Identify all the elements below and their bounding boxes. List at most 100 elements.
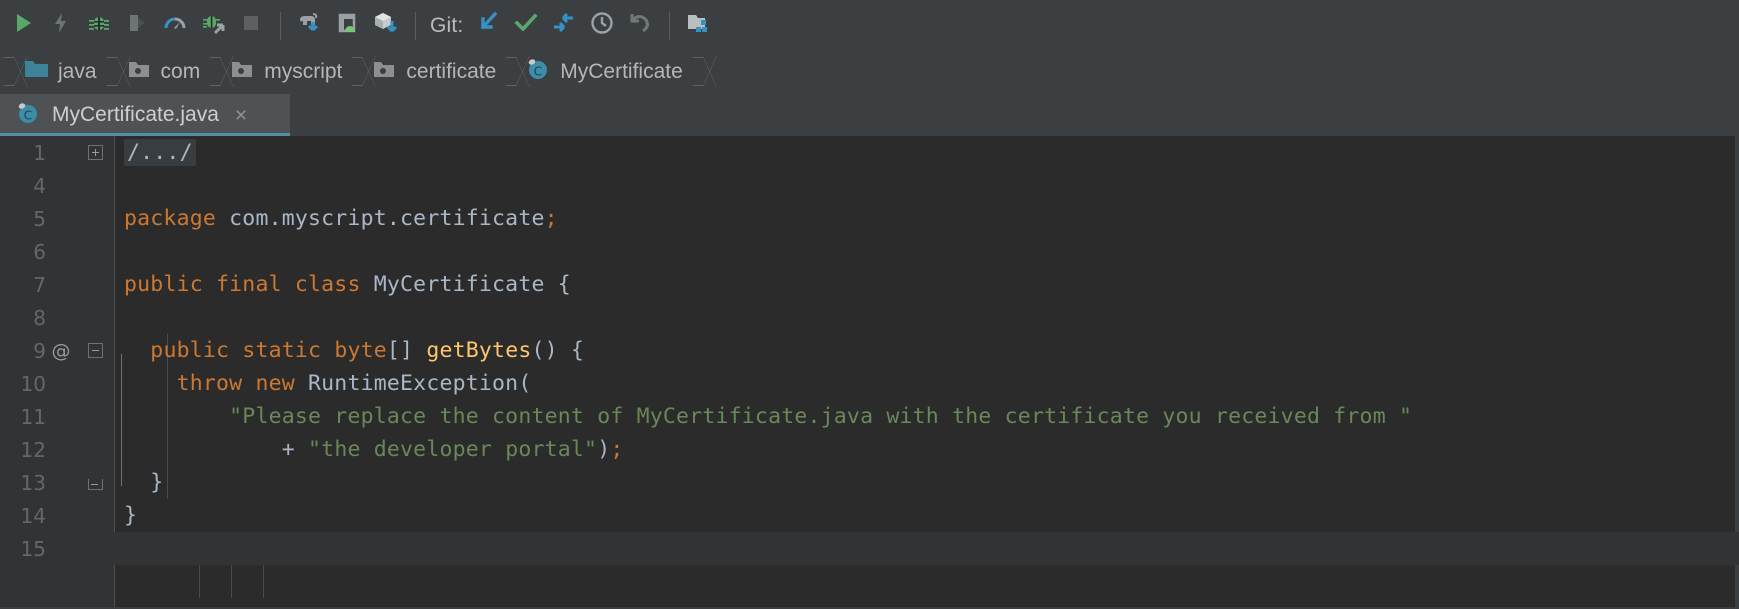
breadcrumb-separator [0, 51, 14, 92]
fold-end-icon[interactable] [76, 475, 114, 491]
java-class-icon: C [16, 101, 42, 130]
commit-checkmark-icon [513, 10, 539, 41]
breadcrumb-item-label: certificate [406, 59, 497, 83]
code-line[interactable]: 1 /.../ [0, 136, 1739, 169]
line-number: 8 [33, 305, 46, 330]
bug-icon [87, 11, 111, 40]
breadcrumb-item-mycertificate[interactable]: C MyCertificate [516, 51, 689, 92]
sdk-manager-button[interactable] [367, 7, 405, 45]
breadcrumb-item-label: MyCertificate [560, 59, 683, 83]
code-line-current[interactable]: 15 [0, 532, 1739, 565]
project-structure-button[interactable] [680, 7, 718, 45]
svg-text:C: C [24, 108, 32, 122]
code-line[interactable]: 9 @ public static byte[] getBytes() { [0, 334, 1739, 367]
line-number: 10 [20, 371, 46, 396]
rollback-undo-icon [627, 10, 653, 41]
line-number: 1 [33, 140, 46, 165]
string-literal: "Please replace the content of MyCertifi… [229, 404, 1413, 429]
gradle-elephant-sync-icon [297, 11, 323, 40]
line-number: 4 [33, 173, 46, 198]
code-line[interactable]: 12 + "the developer portal"); [0, 433, 1739, 466]
toolbar-separator [669, 11, 671, 40]
indent-guide [231, 565, 232, 598]
git-rollback-button[interactable] [621, 7, 659, 45]
avd-manager-button[interactable] [329, 7, 367, 45]
code-text: /.../ [114, 139, 1739, 166]
code-text: public static byte[] getBytes() { [150, 338, 585, 363]
breadcrumb-item-label: com [160, 59, 201, 83]
code-editor[interactable]: 1 /.../ 4 5 package com.myscript.certifi… [0, 136, 1739, 607]
code-line[interactable]: 5 package com.myscript.certificate; [0, 202, 1739, 235]
folder-package-icon [230, 58, 256, 85]
indent-guide [263, 565, 264, 598]
toolbar-separator [280, 11, 281, 40]
breadcrumb-separator [206, 51, 220, 92]
stop-square-icon [239, 11, 263, 40]
tab-mycertificate-java[interactable]: C MyCertificate.java × [0, 94, 290, 136]
line-number: 7 [33, 272, 46, 297]
code-line[interactable]: 11 "Please replace the content of MyCert… [0, 400, 1739, 433]
code-line[interactable]: 10 throw new RuntimeException( [0, 367, 1739, 400]
breadcrumb-separator [348, 51, 362, 92]
breadcrumb: java com myscript certificate C MyCertif… [0, 51, 1739, 92]
git-history-button[interactable] [583, 7, 621, 45]
git-update-button[interactable] [469, 7, 507, 45]
java-class-icon: C [526, 57, 552, 86]
attach-debugger-button[interactable] [118, 7, 156, 45]
git-commit-button[interactable] [507, 7, 545, 45]
breadcrumb-item-com[interactable]: com [117, 51, 207, 92]
sdk-cube-download-icon [373, 11, 399, 40]
line-number: 14 [20, 503, 46, 528]
main-toolbar: Git: [0, 0, 1739, 51]
android-device-manager-icon [336, 11, 360, 40]
git-push-button[interactable] [545, 7, 583, 45]
code-line[interactable]: 14 } [0, 499, 1739, 532]
lightning-bolt-icon [49, 11, 73, 40]
string-literal: "the developer portal" [308, 437, 598, 462]
apply-changes-button[interactable] [42, 7, 80, 45]
code-line[interactable]: 7 public final class MyCertificate { [0, 268, 1739, 301]
folded-comment-text[interactable]: /.../ [124, 139, 196, 166]
breadcrumb-item-java[interactable]: java [14, 51, 103, 92]
run-play-icon [11, 11, 35, 40]
code-line[interactable]: 13 } [0, 466, 1739, 499]
line-number: 11 [20, 404, 46, 429]
breadcrumb-separator [689, 51, 703, 92]
code-line[interactable]: 8 [0, 301, 1739, 334]
history-clock-icon [589, 10, 615, 41]
breadcrumb-item-myscript[interactable]: myscript [220, 51, 348, 92]
close-icon[interactable]: × [235, 105, 247, 126]
plus-icon [87, 145, 103, 160]
push-arrow-icon [551, 10, 577, 41]
folder-package-icon [127, 58, 153, 85]
profiler-button[interactable] [156, 7, 194, 45]
code-text: + "the developer portal"); [281, 437, 624, 462]
profiler-gauge-icon [163, 11, 187, 40]
fold-expand-icon[interactable] [76, 145, 114, 160]
sync-gradle-button[interactable] [291, 7, 329, 45]
fold-collapse-icon[interactable] [76, 343, 114, 358]
breadcrumb-separator [103, 51, 117, 92]
toolbar-separator [415, 11, 416, 40]
code-text: package com.myscript.certificate; [124, 206, 558, 231]
code-text: public final class MyCertificate { [124, 272, 571, 297]
run-with-coverage-button[interactable] [194, 7, 232, 45]
code-text: "Please replace the content of MyCertifi… [114, 404, 1739, 429]
git-label: Git: [430, 13, 464, 37]
debug-button[interactable] [80, 7, 118, 45]
update-project-arrow-icon [475, 10, 501, 41]
code-lines: 1 /.../ 4 5 package com.myscript.certifi… [0, 136, 1739, 565]
override-marker-icon[interactable]: @ [46, 340, 76, 362]
breadcrumb-item-label: myscript [264, 59, 343, 83]
code-line[interactable]: 6 [0, 235, 1739, 268]
tab-label: MyCertificate.java [52, 103, 219, 126]
code-line[interactable]: 4 [0, 169, 1739, 202]
run-button[interactable] [4, 7, 42, 45]
stop-button[interactable] [232, 7, 270, 45]
breadcrumb-item-certificate[interactable]: certificate [362, 51, 502, 92]
line-number: 12 [20, 437, 46, 462]
folder-package-icon [372, 58, 398, 85]
editor-tab-bar: C MyCertificate.java × [0, 92, 1739, 136]
breadcrumb-separator [502, 51, 516, 92]
project-structure-icon [686, 11, 712, 40]
